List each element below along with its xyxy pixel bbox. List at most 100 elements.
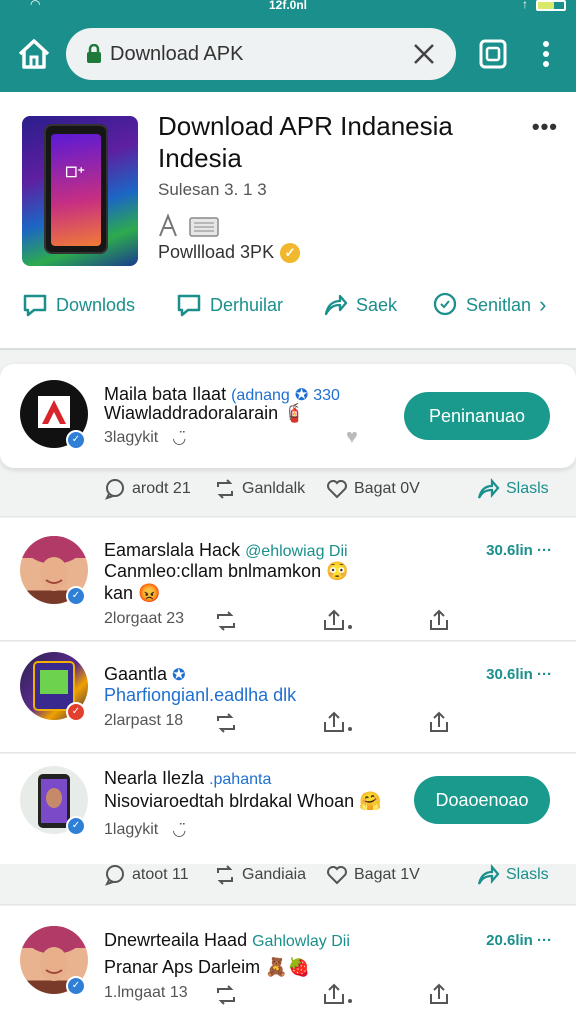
upload-icon[interactable]	[322, 710, 354, 734]
upload-icon[interactable]	[322, 982, 354, 1006]
smile-icon: ◡̈	[172, 430, 187, 447]
emoji-icon: 🤗	[359, 791, 382, 811]
derhuilar-label: Derhuilar	[210, 294, 284, 315]
verified-badge-icon: ✓	[280, 242, 301, 263]
repost-stat[interactable]: Gandiaia	[214, 864, 306, 886]
post-author: Gaantla ✪	[104, 664, 185, 685]
comment-icon	[105, 479, 124, 500]
share-stat[interactable]: Slasls	[476, 478, 549, 500]
post-meta: 1lagykit ◡̈	[104, 820, 186, 840]
upload-icon[interactable]	[428, 982, 450, 1006]
view-count: 30.6lin	[486, 542, 533, 559]
emoji-icon: 😳	[326, 561, 349, 581]
post-text: Canmleo:cllam bnlmamkon 😳 kan 😡	[104, 560, 349, 604]
chevron-right-icon[interactable]: ›	[539, 292, 546, 318]
author-handle: .pahanta	[209, 771, 272, 788]
repost-stat[interactable]: Ganldalk	[214, 478, 305, 500]
post-feed: ✓ Maila bata Ilaat (adnang ✪ 330 Wiawlad…	[0, 364, 576, 1024]
post-author: Dnewrteaila Haad Gahlowlay Dii	[104, 930, 350, 951]
avatar[interactable]: ✓	[20, 380, 88, 450]
comment-count: atoot 11	[132, 866, 189, 883]
app-thumbnail[interactable]: ☐⁺	[22, 116, 138, 266]
post-text-line: Wiawladdradoralarain	[104, 403, 279, 423]
more-options-icon[interactable]: •••	[532, 114, 558, 140]
share-stat[interactable]: Slasls	[476, 864, 549, 886]
repost-icon	[217, 865, 233, 885]
like-label: Bagat 0V	[354, 480, 420, 497]
app-version: Sulesan 3. 1 3	[158, 180, 267, 199]
verified-badge-icon: ✓	[66, 976, 86, 996]
download-button[interactable]: Peninanuao	[404, 392, 550, 440]
author-handle: @ehlowiag Dii	[245, 543, 348, 560]
address-text: Download APK	[110, 43, 244, 65]
address-bar[interactable]: Download APK	[66, 28, 456, 80]
post-author: Nearla Ilezla .pahanta	[104, 768, 271, 789]
downloads-action[interactable]: Downlods	[22, 292, 135, 318]
divider	[0, 640, 576, 641]
emoji-icon: 🧸🍓	[265, 957, 310, 977]
post-text: Nisoviaroedtah blrdakal Whoan 🤗	[104, 790, 382, 812]
emoji-icon: 😡	[138, 583, 161, 603]
download-button[interactable]: Doaoenoao	[414, 776, 550, 824]
post-count: 20.6lin ···	[486, 932, 552, 949]
heart-icon	[327, 866, 347, 885]
post-text-line: Canmleo:cllam bnlmamkon	[104, 561, 322, 581]
phone-image: ☐⁺	[44, 124, 108, 254]
smile-icon: ◡̈	[172, 822, 187, 839]
post-card[interactable]: ✓ Nearla Ilezla .pahanta Nisoviaroedtah …	[0, 754, 576, 864]
comment-icon	[105, 865, 124, 886]
post-text: Pranar Aps Darleim 🧸🍓	[104, 956, 310, 978]
avatar[interactable]: ✓	[20, 652, 88, 722]
home-icon[interactable]	[14, 36, 54, 72]
lock-icon	[86, 43, 102, 69]
comment-action[interactable]: Senitlan ›	[432, 292, 546, 318]
signal-icon: ↑	[522, 0, 528, 11]
heart-icon	[327, 480, 347, 499]
post-meta: 1.lmgaat 13	[104, 984, 188, 1002]
like-stat[interactable]: Bagat 1V	[326, 864, 420, 886]
post-time: 3lagykit	[104, 429, 159, 446]
like-label: Bagat 1V	[354, 866, 420, 883]
post-text-line: Nisoviaroedtah blrdakal Whoan	[104, 791, 355, 811]
verified-badge-icon: ✓	[66, 816, 86, 836]
downloads-label: Downlods	[56, 294, 136, 315]
comment-count: arodt 21	[132, 480, 191, 497]
upload-icon[interactable]	[428, 608, 450, 632]
divider	[0, 516, 576, 517]
comment-stat[interactable]: atoot 11	[104, 864, 189, 886]
post-card[interactable]: ✓ Dnewrteaila Haad Gahlowlay Dii 20.6lin…	[0, 906, 576, 1024]
heart-icon[interactable]: ♥	[346, 426, 358, 449]
repost-icon[interactable]	[214, 712, 238, 736]
repost-icon[interactable]	[214, 984, 238, 1008]
comment-stat[interactable]: arodt 21	[104, 478, 191, 500]
post-count: 30.6lin ···	[486, 542, 552, 559]
post-text: Wiawladdradoralarain 🧯	[104, 402, 306, 424]
avatar[interactable]: ✓	[20, 766, 88, 836]
share-label: Slasls	[506, 480, 549, 497]
upload-icon[interactable]	[322, 608, 354, 632]
close-icon[interactable]	[410, 40, 438, 73]
overflow-menu-icon[interactable]	[534, 38, 558, 70]
app-action-row: Downlods Derhuilar Saek Senitlan ›	[0, 292, 576, 326]
avatar[interactable]: ✓	[20, 926, 88, 996]
upload-icon[interactable]	[428, 710, 450, 734]
repost-icon[interactable]	[214, 610, 238, 634]
app-info-icons	[158, 212, 228, 240]
avatar[interactable]: ✓	[20, 536, 88, 606]
repost-icon	[217, 479, 233, 499]
tabs-icon[interactable]	[476, 36, 510, 72]
share-action[interactable]: Saek	[322, 292, 397, 318]
post-count: 30.6lin ···	[486, 666, 552, 683]
derhuilar-action[interactable]: Derhuilar	[176, 292, 283, 318]
post-card[interactable]: ✓ Eamarslala Hack @ehlowiag Dii 30.6lin …	[0, 518, 576, 640]
comment-icon	[433, 292, 457, 316]
app-title: Download APR Indanesia Indesia	[158, 111, 453, 173]
post-card[interactable]: ✓ Maila bata Ilaat (adnang ✪ 330 Wiawlad…	[0, 364, 576, 468]
share-icon	[324, 294, 348, 316]
like-stat[interactable]: Bagat 0V	[326, 478, 420, 500]
post-card[interactable]: ✓ Gaantla ✪ 30.6lin ··· Pharfiongianl.ea…	[0, 642, 576, 752]
view-count: 30.6lin	[486, 666, 533, 683]
share-label: Slasls	[506, 866, 549, 883]
author-name: Dnewrteaila Haad	[104, 930, 248, 950]
author-handle: Gahlowlay Dii	[252, 933, 350, 950]
